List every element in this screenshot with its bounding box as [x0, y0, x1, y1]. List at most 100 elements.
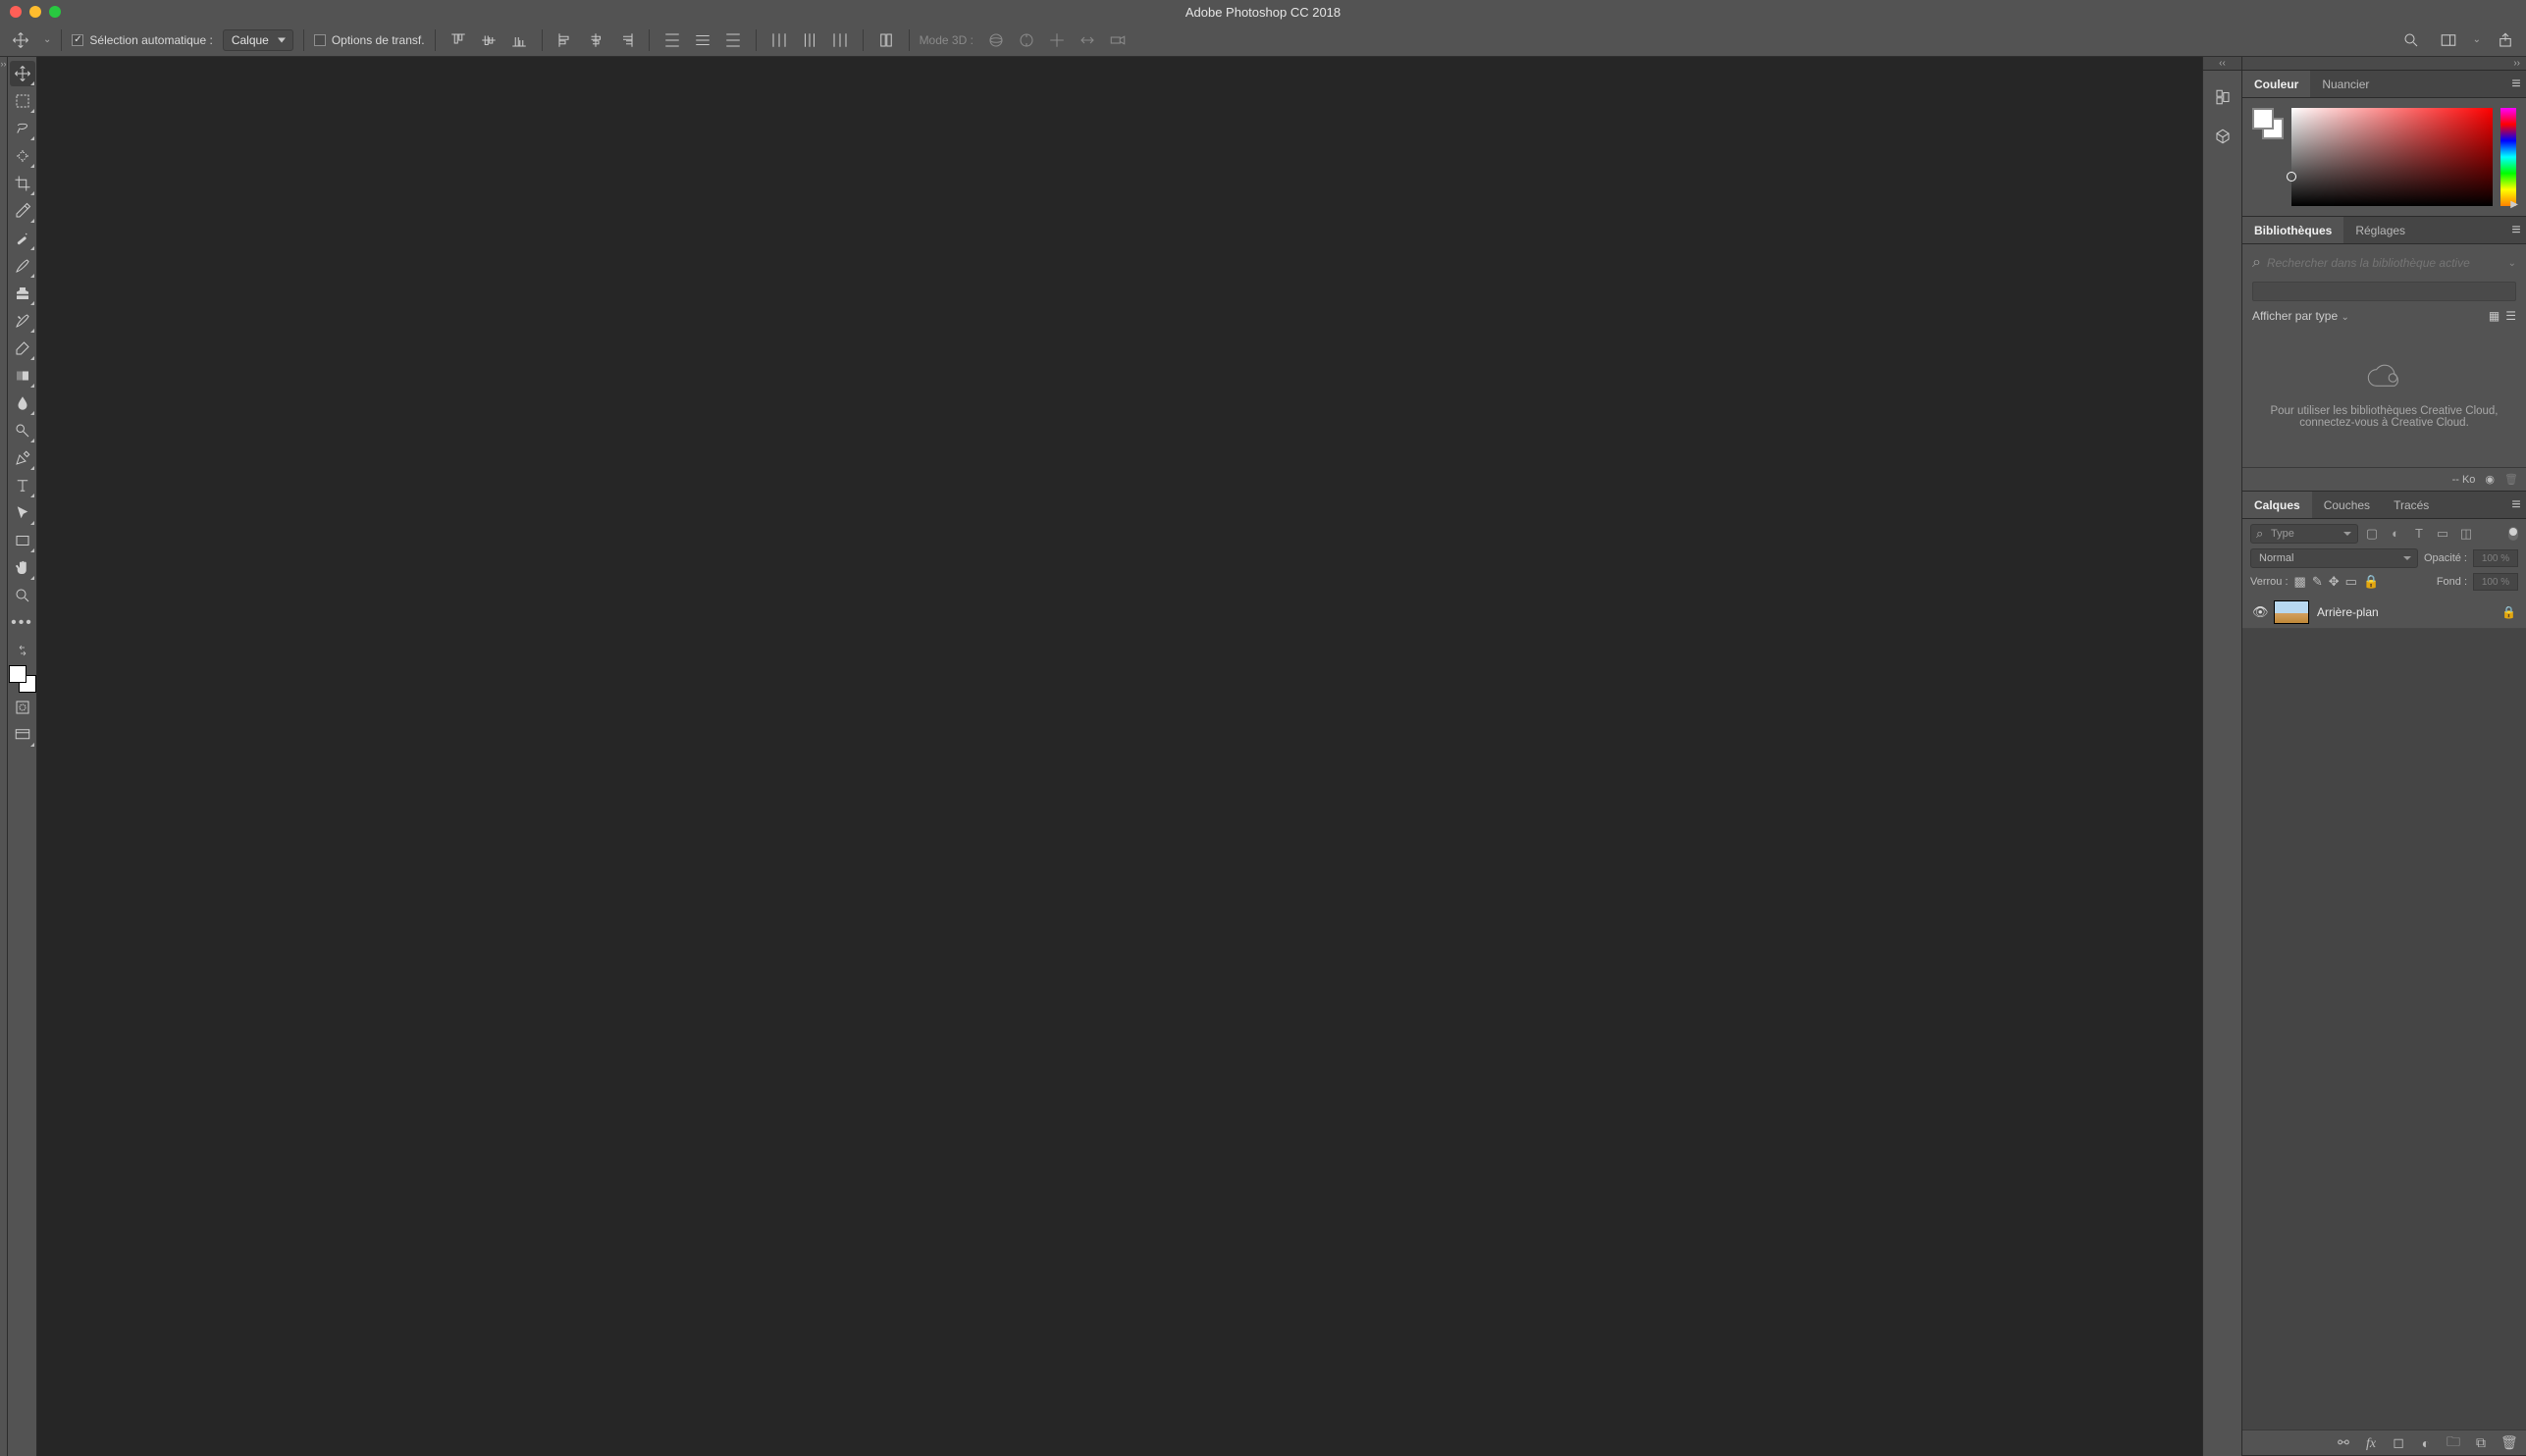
grid-view-icon[interactable]: ▦: [2489, 309, 2500, 323]
edit-toolbar[interactable]: •••: [10, 610, 35, 636]
chevron-down-icon[interactable]: ⌄: [2508, 258, 2516, 269]
crop-tool[interactable]: [10, 171, 35, 196]
dodge-tool[interactable]: [10, 418, 35, 443]
lock-position-icon[interactable]: ✥: [2329, 574, 2340, 590]
color-field[interactable]: [2291, 108, 2493, 206]
align-right-icon[interactable]: [613, 27, 639, 53]
quick-mask-tool[interactable]: [10, 695, 35, 720]
3d-camera-icon[interactable]: [1105, 27, 1131, 53]
auto-select-target-dropdown[interactable]: Calque: [223, 29, 293, 51]
hand-tool[interactable]: [10, 555, 35, 581]
tab-libraries[interactable]: Bibliothèques: [2242, 217, 2343, 243]
panels-collapse[interactable]: ››: [2242, 57, 2526, 71]
library-search-input[interactable]: [2267, 256, 2502, 270]
auto-select-checkbox[interactable]: Sélection automatique :: [72, 33, 212, 47]
quick-select-tool[interactable]: [10, 143, 35, 169]
align-hcenter-icon[interactable]: [583, 27, 608, 53]
tab-adjustments[interactable]: Réglages: [2343, 217, 2417, 243]
tab-swatches[interactable]: Nuancier: [2310, 71, 2381, 97]
tab-paths[interactable]: Tracés: [2382, 492, 2441, 518]
trash-icon[interactable]: 🗑: [2504, 473, 2518, 486]
lock-transparency-icon[interactable]: ▩: [2294, 574, 2306, 590]
new-layer-icon[interactable]: ⧉: [2473, 1434, 2489, 1451]
filter-pixel-icon[interactable]: ▢: [2364, 526, 2380, 542]
lock-artboard-icon[interactable]: ▭: [2345, 574, 2357, 590]
history-brush-tool[interactable]: [10, 308, 35, 334]
align-vcenter-icon[interactable]: [476, 27, 501, 53]
distribute-hcenter-icon[interactable]: [797, 27, 822, 53]
move-tool-icon[interactable]: [8, 27, 33, 53]
type-tool[interactable]: [10, 473, 35, 498]
brush-tool[interactable]: [10, 253, 35, 279]
distribute-bottom-icon[interactable]: [720, 27, 746, 53]
lasso-tool[interactable]: [10, 116, 35, 141]
search-icon[interactable]: [2398, 27, 2424, 53]
dock-expand[interactable]: ‹‹: [2203, 57, 2241, 71]
tab-channels[interactable]: Couches: [2312, 492, 2382, 518]
lock-image-icon[interactable]: ✎: [2312, 574, 2323, 590]
library-search[interactable]: ⌕ ⌄: [2252, 252, 2516, 274]
workspace-switcher-icon[interactable]: [2436, 27, 2461, 53]
3d-pan-icon[interactable]: [1044, 27, 1070, 53]
pen-tool[interactable]: [10, 445, 35, 471]
share-icon[interactable]: [2493, 27, 2518, 53]
panel-menu-icon[interactable]: ≡: [2506, 492, 2526, 518]
list-view-icon[interactable]: ☰: [2505, 309, 2516, 323]
blur-tool[interactable]: [10, 390, 35, 416]
hue-strip[interactable]: [2500, 108, 2516, 206]
gradient-tool[interactable]: [10, 363, 35, 389]
auto-align-icon[interactable]: [873, 27, 899, 53]
history-panel-icon[interactable]: [2210, 84, 2236, 110]
layer-thumbnail[interactable]: [2274, 600, 2309, 624]
layer-mask-icon[interactable]: ◻: [2391, 1434, 2406, 1451]
window-minimize-button[interactable]: [29, 6, 41, 18]
marquee-tool[interactable]: [10, 88, 35, 114]
cc-sync-icon[interactable]: ◉: [2485, 473, 2495, 486]
panel-menu-icon[interactable]: ≡: [2506, 71, 2526, 97]
filter-toggle[interactable]: [2508, 527, 2518, 541]
eyedropper-tool[interactable]: [10, 198, 35, 224]
3d-slide-icon[interactable]: [1075, 27, 1100, 53]
library-select-dropdown[interactable]: [2252, 282, 2516, 301]
layer-group-icon[interactable]: 🗀: [2446, 1431, 2461, 1455]
filter-type-icon[interactable]: T: [2411, 526, 2427, 542]
lock-icon[interactable]: 🔒: [2501, 605, 2516, 619]
healing-brush-tool[interactable]: [10, 226, 35, 251]
visibility-toggle-icon[interactable]: 👁: [2252, 604, 2266, 620]
color-fgbg[interactable]: [2252, 108, 2284, 139]
tab-color[interactable]: Couleur: [2242, 71, 2310, 97]
clone-stamp-tool[interactable]: [10, 281, 35, 306]
align-left-icon[interactable]: [553, 27, 578, 53]
3d-roll-icon[interactable]: [1014, 27, 1039, 53]
library-filter[interactable]: Afficher par type ⌄: [2252, 309, 2349, 323]
eraser-tool[interactable]: [10, 336, 35, 361]
adjustment-layer-icon[interactable]: ◐: [2418, 1435, 2434, 1451]
3d-orbit-icon[interactable]: [983, 27, 1009, 53]
move-tool[interactable]: [10, 61, 35, 86]
blend-mode-dropdown[interactable]: Normal: [2250, 548, 2418, 568]
layer-kind-dropdown[interactable]: Type: [2250, 524, 2358, 544]
window-close-button[interactable]: [10, 6, 22, 18]
show-transform-checkbox[interactable]: Options de transf.: [314, 33, 425, 47]
distribute-vcenter-icon[interactable]: [690, 27, 715, 53]
distribute-left-icon[interactable]: [766, 27, 792, 53]
tab-layers[interactable]: Calques: [2242, 492, 2312, 518]
align-bottom-icon[interactable]: [506, 27, 532, 53]
opacity-value[interactable]: 100 %: [2473, 549, 2518, 567]
panel-menu-icon[interactable]: ≡: [2506, 217, 2526, 243]
color-swatches[interactable]: [9, 665, 36, 693]
filter-smart-icon[interactable]: ◫: [2458, 526, 2474, 542]
path-select-tool[interactable]: [10, 500, 35, 526]
screen-mode-tool[interactable]: [10, 722, 35, 748]
filter-shape-icon[interactable]: ▭: [2435, 526, 2450, 542]
zoom-tool[interactable]: [10, 583, 35, 608]
foreground-color[interactable]: [9, 665, 26, 683]
lock-all-icon[interactable]: 🔒: [2363, 574, 2379, 590]
layer-name[interactable]: Arrière-plan: [2317, 605, 2494, 619]
align-top-icon[interactable]: [446, 27, 471, 53]
filter-adjust-icon[interactable]: ◐: [2388, 526, 2403, 542]
layer-item[interactable]: 👁 Arrière-plan 🔒: [2242, 596, 2526, 629]
layer-style-icon[interactable]: fx: [2363, 1434, 2379, 1452]
rectangle-tool[interactable]: [10, 528, 35, 553]
distribute-right-icon[interactable]: [827, 27, 853, 53]
